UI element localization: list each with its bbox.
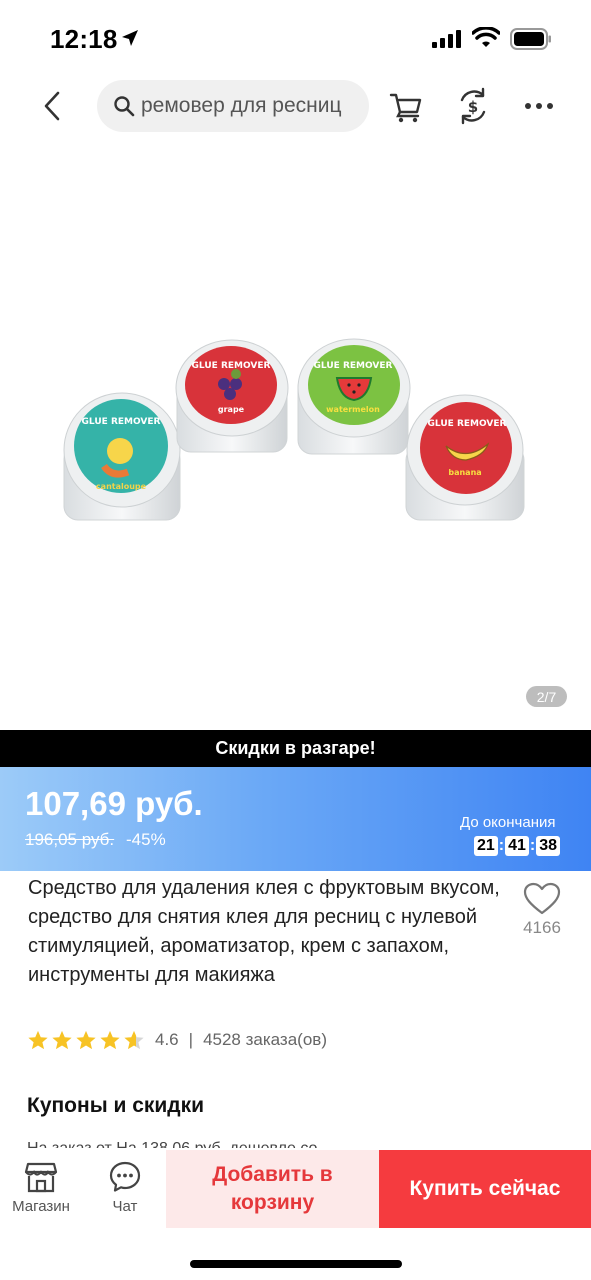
search-input[interactable]: ремовер для ресниц <box>97 80 369 132</box>
heart-icon <box>523 882 561 915</box>
jar-banana: GLUE REMOVER banana <box>405 394 525 521</box>
search-icon <box>114 96 135 117</box>
countdown-label: До окончания <box>460 814 556 831</box>
top-nav: ремовер для ресниц $ <box>0 78 591 134</box>
product-photo: GLUE REMOVER cantaloupe GLUE REMOVER gra… <box>63 338 525 521</box>
orders-count: 4528 заказа(ов) <box>203 1030 327 1049</box>
star-icon <box>28 1030 48 1050</box>
rating-value: 4.6 <box>155 1030 179 1049</box>
back-button[interactable] <box>36 88 68 124</box>
countdown-seconds: 38 <box>536 836 561 856</box>
svg-text:grape: grape <box>218 405 245 414</box>
product-image[interactable]: GLUE REMOVER cantaloupe GLUE REMOVER gra… <box>0 150 591 728</box>
star-icon <box>52 1030 72 1050</box>
discount-percent: -45% <box>126 830 166 849</box>
svg-text:GLUE REMOVER: GLUE REMOVER <box>192 361 271 371</box>
star-icon <box>100 1030 120 1050</box>
jar-grape: GLUE REMOVER grape <box>175 339 289 453</box>
location-arrow-icon <box>122 30 138 46</box>
cart-button[interactable] <box>388 88 424 124</box>
svg-text:banana: banana <box>448 468 481 477</box>
star-icon <box>76 1030 96 1050</box>
shop-tab-label: Магазин <box>12 1198 70 1215</box>
jar-cantaloupe: GLUE REMOVER cantaloupe <box>63 392 181 521</box>
countdown-timer: 21 : 41 : 38 <box>474 836 561 856</box>
svg-text:cantaloupe: cantaloupe <box>96 482 147 491</box>
add-to-cart-button[interactable]: Добавить в корзину <box>166 1150 379 1228</box>
chat-tab-label: Чат <box>112 1198 138 1215</box>
status-bar: 12:18 <box>0 0 591 80</box>
svg-text:GLUE REMOVER: GLUE REMOVER <box>428 419 507 429</box>
rating-row[interactable]: 4.6 | 4528 заказа(ов) <box>27 1027 327 1053</box>
wifi-icon <box>472 27 500 47</box>
store-icon <box>24 1162 58 1193</box>
cellular-signal-icon <box>432 30 461 48</box>
status-time: 12:18 <box>50 24 118 54</box>
price-block: 107,69 руб. 196,05 руб. -45% До окончани… <box>0 767 591 871</box>
svg-text:GLUE REMOVER: GLUE REMOVER <box>314 361 393 371</box>
coupons-title: Купоны и скидки <box>27 1094 205 1117</box>
image-counter: 2/7 <box>526 686 567 707</box>
wishlist-button[interactable] <box>522 882 562 918</box>
current-price: 107,69 руб. <box>25 785 203 822</box>
chevron-left-icon <box>44 91 60 121</box>
countdown-minutes: 41 <box>505 836 529 856</box>
cart-icon <box>389 93 422 123</box>
star-half-icon <box>124 1030 144 1050</box>
svg-text:watermelon: watermelon <box>326 405 380 414</box>
wishlist-count: 4166 <box>523 918 561 937</box>
promo-banner: Скидки в разгаре! <box>0 730 591 767</box>
chat-icon <box>109 1161 141 1192</box>
svg-text:GLUE REMOVER: GLUE REMOVER <box>82 417 161 427</box>
shop-tab[interactable]: Магазин <box>0 1160 82 1220</box>
countdown-hours: 21 <box>474 836 498 856</box>
product-title: Средство для удаления клея с фруктовым в… <box>28 877 500 986</box>
countdown-separator: : <box>529 837 536 854</box>
svg-text:$: $ <box>468 98 478 116</box>
buy-now-button[interactable]: Купить сейчас <box>379 1150 591 1228</box>
jar-watermelon: GLUE REMOVER watermelon <box>297 338 411 455</box>
more-icon <box>525 103 553 109</box>
more-button[interactable] <box>522 88 556 124</box>
chat-tab[interactable]: Чат <box>90 1160 160 1220</box>
currency-exchange-icon: $ <box>460 87 486 125</box>
search-query: ремовер для ресниц <box>141 94 342 117</box>
countdown-separator: : <box>498 837 505 854</box>
currency-button[interactable]: $ <box>456 86 490 126</box>
old-price: 196,05 руб. <box>25 830 115 849</box>
rating-stars <box>27 1029 147 1051</box>
rating-separator: | <box>188 1030 194 1049</box>
battery-icon <box>510 28 551 50</box>
home-indicator <box>190 1260 402 1268</box>
